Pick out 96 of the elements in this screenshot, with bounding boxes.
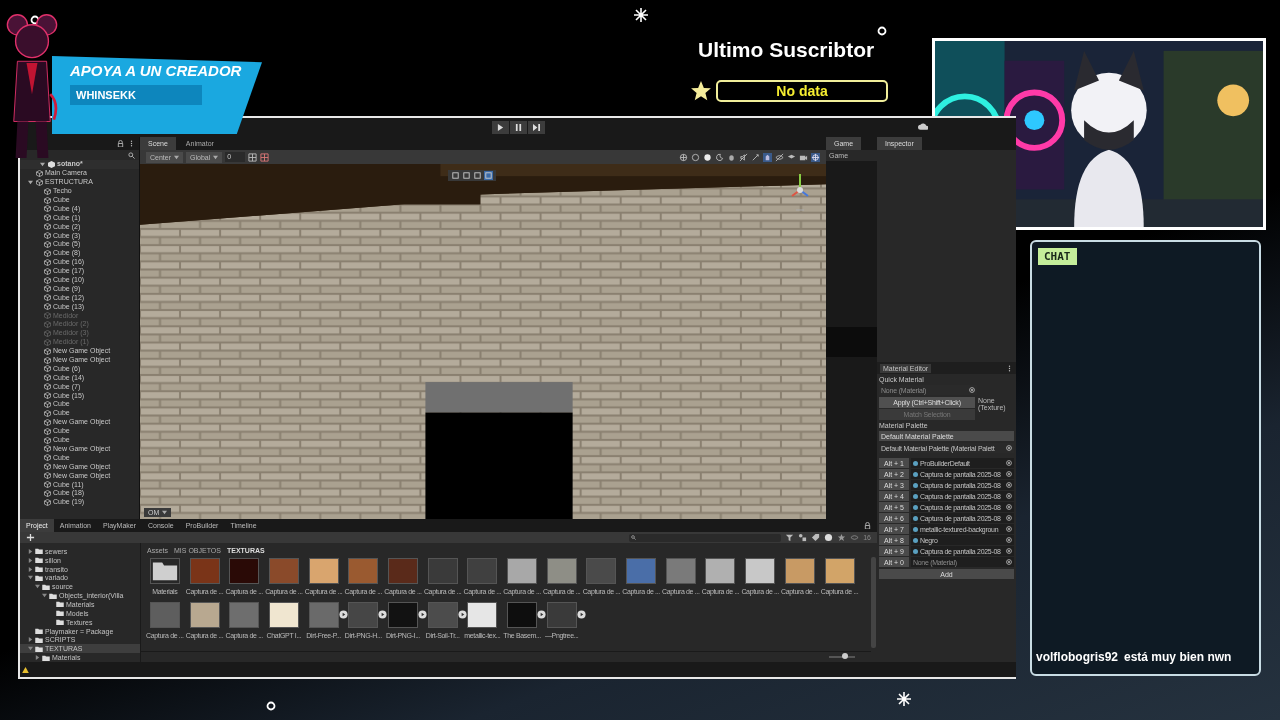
caret-icon[interactable] xyxy=(28,637,33,643)
expand-icon[interactable] xyxy=(576,610,586,619)
more-options-icon[interactable] xyxy=(128,140,135,147)
caret-icon[interactable] xyxy=(28,575,33,581)
chat-username: volflobogris92 xyxy=(1036,650,1118,664)
texture-thumbnail[interactable] xyxy=(189,602,220,628)
texture-thumbnail[interactable] xyxy=(626,558,657,584)
caret-icon[interactable] xyxy=(42,593,47,599)
texture-thumbnail[interactable] xyxy=(705,558,736,584)
texture-thumbnail[interactable] xyxy=(229,558,260,584)
plus-icon[interactable] xyxy=(26,533,35,542)
step-icon xyxy=(532,124,540,131)
subscriber-name: No data xyxy=(716,80,888,102)
caret-icon[interactable] xyxy=(40,161,45,167)
caret-icon xyxy=(213,154,219,160)
target-icon[interactable] xyxy=(1006,445,1012,451)
grid-icon[interactable] xyxy=(260,152,270,162)
caret-icon[interactable] xyxy=(28,566,33,572)
expand-icon[interactable] xyxy=(417,610,427,619)
expand-icon[interactable] xyxy=(457,610,467,619)
texture-thumbnail[interactable] xyxy=(507,558,538,584)
pause-icon xyxy=(514,124,522,131)
cloud-icon[interactable] xyxy=(918,123,928,130)
caret-icon xyxy=(162,510,168,515)
texture-thumbnail[interactable] xyxy=(745,558,776,584)
caret-icon[interactable] xyxy=(35,655,40,661)
audio-off-icon[interactable] xyxy=(739,152,748,162)
play-icon xyxy=(496,124,504,131)
shapes-icon[interactable] xyxy=(798,533,808,542)
caret-icon[interactable] xyxy=(28,646,33,652)
ring-icon xyxy=(877,26,887,36)
texture-thumbnail[interactable] xyxy=(268,558,299,584)
warning-icon xyxy=(22,666,29,673)
texture-thumbnail[interactable] xyxy=(784,558,815,584)
ring-icon xyxy=(30,15,40,25)
chat-label: CHAT xyxy=(1038,248,1077,265)
texture-thumbnail[interactable] xyxy=(149,602,180,628)
eye-off-icon[interactable] xyxy=(775,152,784,162)
search-icon[interactable] xyxy=(128,151,135,159)
texture-thumbnail[interactable] xyxy=(546,602,577,628)
texture-thumbnail[interactable] xyxy=(387,602,418,628)
lock-icon[interactable] xyxy=(117,140,124,147)
caret-icon xyxy=(174,154,179,160)
search-icon xyxy=(631,535,637,540)
star-icon xyxy=(690,80,712,102)
effects-icon[interactable] xyxy=(751,152,760,162)
texture-thumbnail[interactable] xyxy=(308,602,339,628)
texture-thumbnail[interactable] xyxy=(586,558,617,584)
texture-thumbnail[interactable] xyxy=(467,558,498,584)
subscriber-title: Ultimo Suscribtor xyxy=(698,38,875,62)
game-preview xyxy=(826,327,877,357)
pause-button[interactable] xyxy=(509,121,527,134)
caret-icon[interactable] xyxy=(28,557,33,563)
texture-thumbnail[interactable] xyxy=(387,558,418,584)
texture-thumbnail[interactable] xyxy=(467,602,498,628)
banner-title: APOYA A UN CREADOR xyxy=(70,62,243,79)
texture-thumbnail[interactable] xyxy=(189,558,220,584)
expand-icon[interactable] xyxy=(537,610,547,619)
target-icon[interactable] xyxy=(969,387,975,393)
texture-thumbnail[interactable] xyxy=(546,558,577,584)
creator-name: WHINSEKK xyxy=(70,85,202,105)
grid-icon[interactable] xyxy=(248,152,258,162)
expand-icon[interactable] xyxy=(338,610,348,619)
caret-icon[interactable] xyxy=(28,548,33,554)
texture-thumbnail[interactable] xyxy=(348,558,379,584)
texture-thumbnail[interactable] xyxy=(427,602,458,628)
texture-thumbnail[interactable] xyxy=(308,558,339,584)
globe-icon[interactable] xyxy=(679,152,688,162)
snowflake-icon xyxy=(897,692,911,706)
slider-thumb[interactable] xyxy=(841,653,848,659)
texture-thumbnail[interactable] xyxy=(229,602,260,628)
step-button[interactable] xyxy=(527,121,545,134)
scrollbar[interactable] xyxy=(871,557,876,648)
caret-icon[interactable] xyxy=(28,179,33,185)
chat-message: está muy bien nwn xyxy=(1124,650,1232,664)
lock-icon[interactable] xyxy=(864,522,871,529)
more-options-icon[interactable] xyxy=(1006,364,1013,372)
texture-thumbnail[interactable] xyxy=(824,558,855,584)
hand-icon[interactable] xyxy=(763,152,772,162)
bug-icon[interactable] xyxy=(727,152,736,162)
gizmos-icon[interactable] xyxy=(811,152,820,162)
folder-icon[interactable] xyxy=(149,558,180,584)
star-icon[interactable] xyxy=(837,533,847,542)
info-icon[interactable] xyxy=(824,533,834,542)
caret-icon[interactable] xyxy=(35,584,40,590)
ring-icon xyxy=(266,701,276,711)
moon-icon[interactable] xyxy=(715,152,724,162)
texture-thumbnail[interactable] xyxy=(427,558,458,584)
texture-thumbnail[interactable] xyxy=(665,558,696,584)
snowflake-icon xyxy=(634,8,648,22)
texture-thumbnail[interactable] xyxy=(348,602,379,628)
search-field[interactable] xyxy=(629,533,782,542)
expand-icon[interactable] xyxy=(378,610,388,619)
play-button[interactable] xyxy=(491,121,509,134)
texture-thumbnail[interactable] xyxy=(268,602,299,628)
texture-thumbnail[interactable] xyxy=(507,602,538,628)
